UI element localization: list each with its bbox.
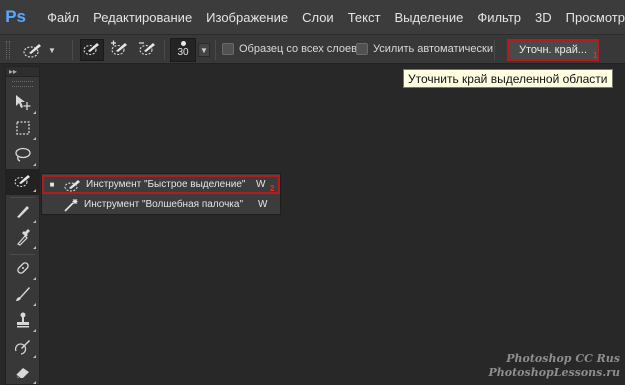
sample-all-layers-label: Образец со всех слоев <box>239 43 357 55</box>
flyout-item-quick-selection[interactable]: ■ Инструмент "Быстрое выделение" W <box>42 175 280 194</box>
clone-stamp-tool[interactable] <box>6 309 39 335</box>
healing-brush-tool[interactable] <box>6 257 39 283</box>
quick-selection-new-icon <box>82 40 102 61</box>
separator <box>72 40 73 60</box>
shortcut-key: W <box>258 199 268 210</box>
shortcut-key: W <box>256 179 266 190</box>
quick-selection-icon <box>60 178 86 192</box>
brush-icon <box>14 285 32 308</box>
knife-icon <box>14 203 32 224</box>
subtract-from-selection-button[interactable] <box>136 39 160 61</box>
tool-group-indicator <box>33 303 36 306</box>
tool-group-indicator <box>33 111 36 114</box>
history-brush-tool[interactable] <box>6 335 39 361</box>
menu-edit[interactable]: Редактирование <box>93 10 192 25</box>
lasso-icon <box>14 146 32 167</box>
eraser-icon <box>14 364 32 385</box>
auto-enhance-label: Усилить автоматически <box>373 43 493 55</box>
crop-tool[interactable] <box>6 200 39 226</box>
checkbox-box[interactable] <box>356 43 368 55</box>
quick-selection-add-icon <box>110 40 130 61</box>
tool-group-indicator <box>33 163 36 166</box>
separator <box>215 40 216 60</box>
tool-group-indicator <box>33 355 36 358</box>
watermark-line-1: Photoshop CC Rus <box>506 352 620 365</box>
flyout-item-label: Инструмент "Волшебная палочка" <box>84 199 243 210</box>
brush-dropdown-button[interactable]: ▼ <box>198 43 210 57</box>
move-icon <box>14 93 32 116</box>
quick-selection-icon <box>13 172 33 193</box>
tool-group-indicator <box>33 189 36 192</box>
quick-selection-icon <box>22 41 44 59</box>
refine-edge-tooltip: Уточнить край выделенной области <box>403 69 613 88</box>
tool-group-indicator <box>33 220 36 223</box>
chevron-down-icon: ▼ <box>200 45 208 55</box>
quick-selection-subtract-icon <box>138 40 158 61</box>
brush-size-value: 30 <box>177 47 189 58</box>
menu-layers[interactable]: Слои <box>302 10 334 25</box>
selected-bullet-icon: ■ <box>49 180 55 189</box>
menu-view[interactable]: Просмотр <box>566 10 625 25</box>
tool-group-indicator <box>33 137 36 140</box>
eraser-tool[interactable] <box>6 361 39 385</box>
tool-flyout-menu: ■ Инструмент "Быстрое выделение" W Инстр… <box>41 173 281 215</box>
bandage-icon <box>14 259 32 282</box>
checkbox-box[interactable] <box>222 43 234 55</box>
separator <box>494 40 495 60</box>
menu-type[interactable]: Текст <box>348 10 381 25</box>
annotation-number: 2 <box>270 184 275 193</box>
menu-bar: Ps Файл Редактирование Изображение Слои … <box>0 0 625 34</box>
separator <box>164 40 165 60</box>
brush-picker[interactable]: 30 <box>170 38 196 62</box>
refine-edge-button[interactable]: Уточн. край... <box>507 39 599 61</box>
brush-tip-icon <box>180 41 186 46</box>
menu-file[interactable]: Файл <box>47 10 79 25</box>
panel-grip[interactable] <box>12 81 33 87</box>
menu-select[interactable]: Выделение <box>394 10 463 25</box>
watermark-line-2: PhotoshopLessons.ru <box>488 366 620 379</box>
tool-group-indicator <box>33 381 36 384</box>
flyout-item-label: Инструмент "Быстрое выделение" <box>86 179 246 190</box>
quick-selection-tool[interactable] <box>6 169 39 195</box>
sample-all-layers-checkbox[interactable]: Образец со всех слоев <box>222 43 357 55</box>
tool-group-indicator <box>33 329 36 332</box>
menu-3d[interactable]: 3D <box>535 10 552 25</box>
options-bar: ▼ 30 ▼ Образец со всех слоев Усилить авт… <box>0 34 625 64</box>
flyout-item-magic-wand[interactable]: Инструмент "Волшебная палочка" W <box>42 195 280 214</box>
rectangle-marquee-icon <box>15 120 31 141</box>
stamp-icon <box>14 311 32 334</box>
auto-enhance-checkbox[interactable]: Усилить автоматически <box>356 43 493 55</box>
magic-wand-icon <box>58 198 84 212</box>
eyedropper-icon <box>15 228 31 251</box>
tool-preset-picker[interactable]: ▼ <box>22 40 64 60</box>
lasso-tool[interactable] <box>6 143 39 169</box>
tool-group-indicator <box>33 277 36 280</box>
menu-filter[interactable]: Фильтр <box>477 10 521 25</box>
marquee-tool[interactable] <box>6 117 39 143</box>
ps-logo[interactable]: Ps <box>2 2 29 32</box>
tools-panel: ▸▸ <box>5 66 40 385</box>
annotation-number: 1 <box>593 51 598 60</box>
tool-group-indicator <box>33 246 36 249</box>
panel-collapse-button[interactable]: ▸▸ <box>6 67 39 77</box>
chevron-down-icon: ▼ <box>48 45 56 55</box>
eyedropper-tool[interactable] <box>6 226 39 252</box>
separator <box>10 254 35 255</box>
options-bar-grip[interactable] <box>6 41 10 59</box>
add-to-selection-button[interactable] <box>108 39 132 61</box>
menu-image[interactable]: Изображение <box>206 10 288 25</box>
watermark: Photoshop CC Rus PhotoshopLessons.ru <box>480 352 620 380</box>
move-tool[interactable] <box>6 91 39 117</box>
separator <box>10 197 35 198</box>
brush-tool[interactable] <box>6 283 39 309</box>
history-brush-icon <box>14 337 32 360</box>
new-selection-button[interactable] <box>80 39 104 61</box>
